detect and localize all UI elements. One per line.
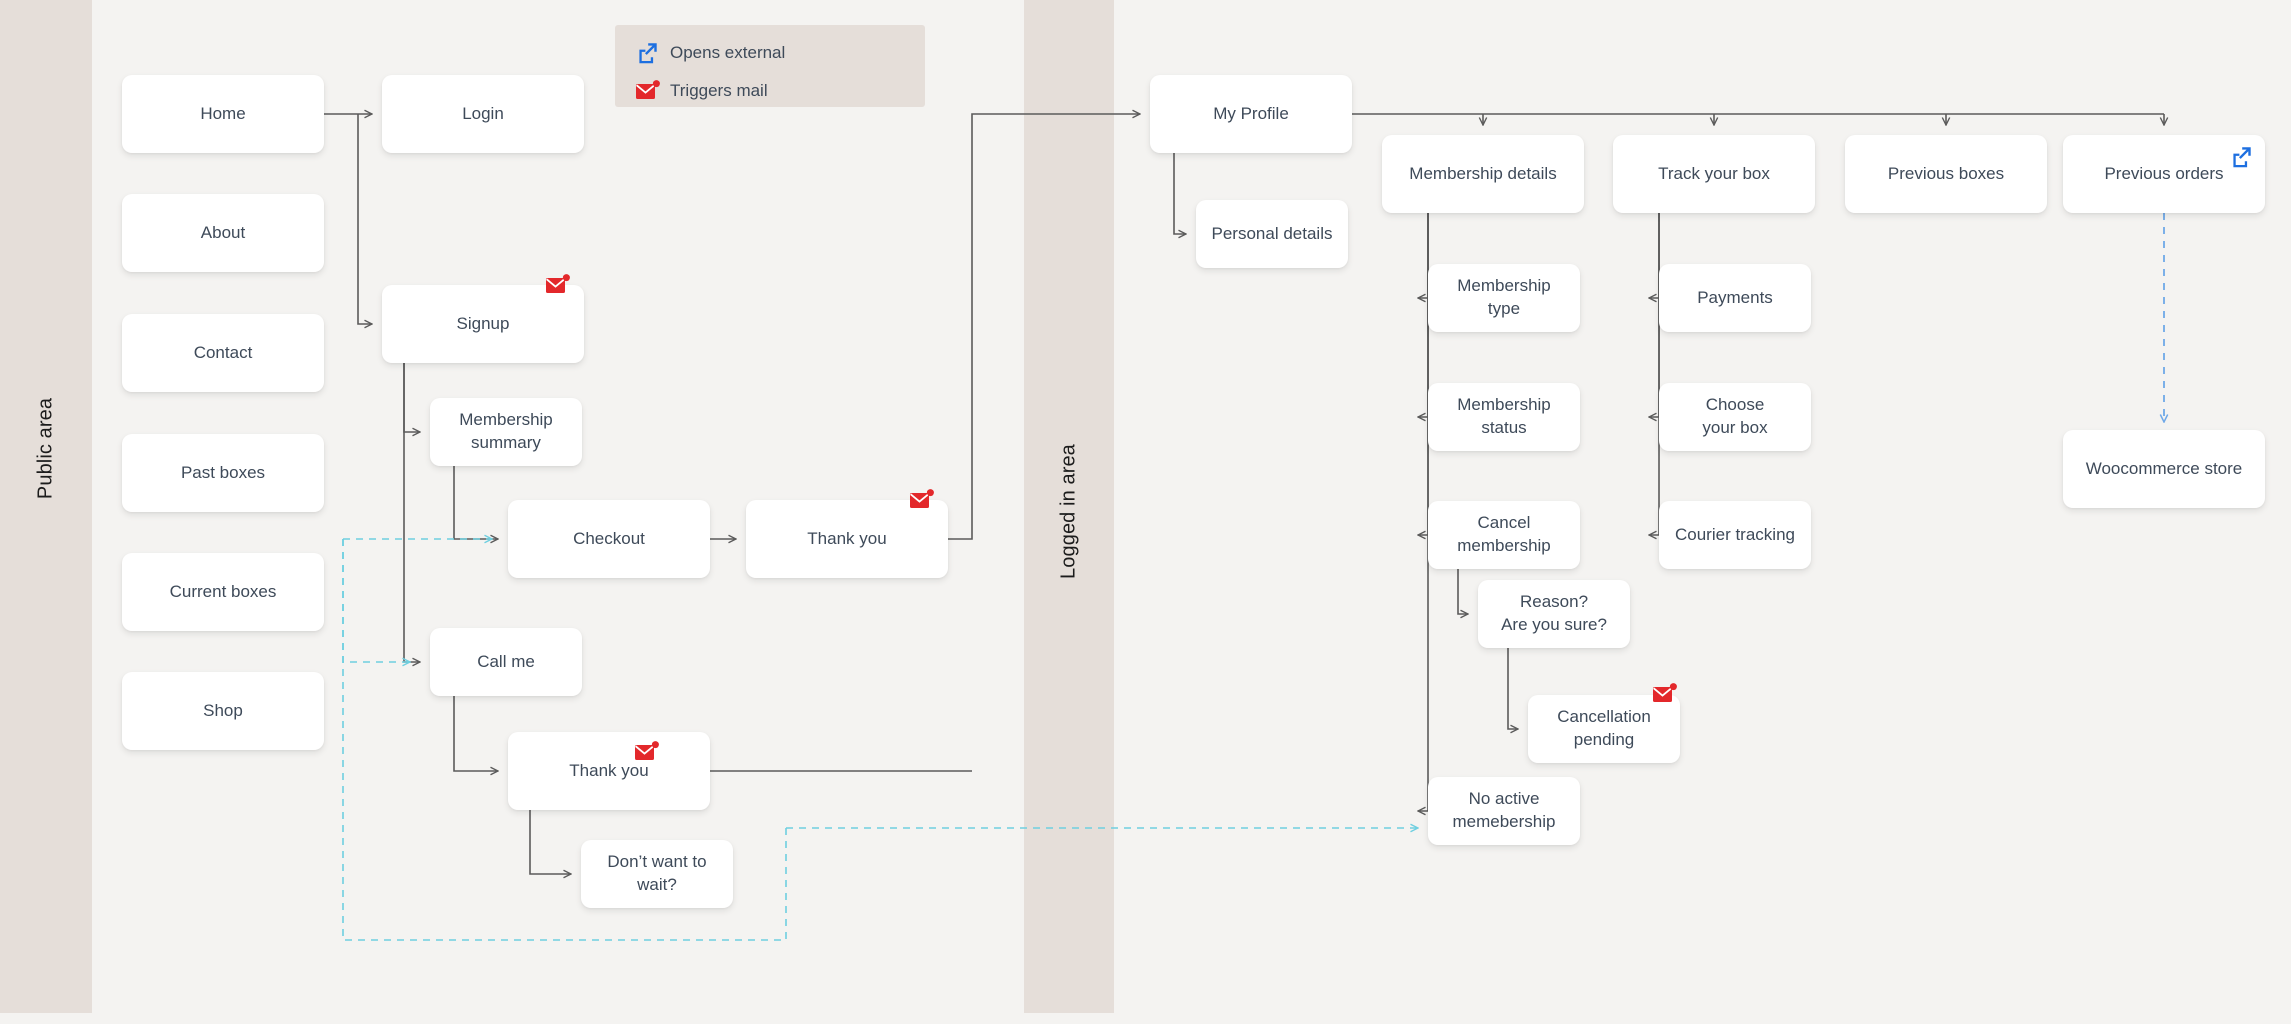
node-choose-your-box[interactable]: Choose your box [1659, 383, 1811, 451]
node-label: Cancellation pending [1557, 707, 1651, 749]
external-link-icon [2229, 145, 2253, 169]
node-checkout[interactable]: Checkout [508, 500, 710, 578]
node-label: Payments [1697, 287, 1773, 307]
node-label: Courier tracking [1675, 524, 1795, 544]
node-track-your-box[interactable]: Track your box [1613, 135, 1815, 213]
node-cancel-membership[interactable]: Cancel membership [1428, 501, 1580, 569]
node-label: Thank you [807, 528, 887, 548]
node-call-me[interactable]: Call me [430, 628, 582, 696]
node-membership-summary[interactable]: Membership summary [430, 398, 582, 466]
node-shop[interactable]: Shop [122, 672, 324, 750]
node-label: Signup [456, 313, 510, 333]
node-home[interactable]: Home [122, 75, 324, 153]
node-payments[interactable]: Payments [1659, 264, 1811, 332]
node-current-boxes[interactable]: Current boxes [122, 553, 324, 631]
node-personal-details[interactable]: Personal details [1196, 200, 1348, 268]
node-about[interactable]: About [122, 194, 324, 272]
node-membership-status[interactable]: Membership status [1428, 383, 1580, 451]
node-contact[interactable]: Contact [122, 314, 324, 392]
node-cancellation-pending[interactable]: Cancellation pending [1528, 683, 1680, 763]
node-thank-you-checkout[interactable]: Thank you [746, 489, 948, 578]
node-previous-orders[interactable]: Previous orders [2063, 135, 2265, 213]
node-label: Past boxes [180, 462, 266, 482]
node-reason-are-you-sure[interactable]: Reason? Are you sure? [1478, 580, 1630, 648]
node-label: Cancel membership [1457, 513, 1551, 555]
node-thank-you-call[interactable]: Thank you [508, 732, 710, 810]
flowchart-canvas: Public area Logged in area Opens externa… [0, 0, 2291, 1024]
node-label: Membership summary [459, 410, 553, 452]
node-label: Woocommerce store [2085, 458, 2243, 478]
node-membership-details[interactable]: Membership details [1382, 135, 1584, 213]
legend-label-triggers-mail: Triggers mail [670, 81, 768, 100]
node-label: Thank you [569, 760, 649, 780]
node-label: Contact [193, 342, 253, 362]
node-past-boxes[interactable]: Past boxes [122, 434, 324, 512]
node-label: Personal details [1211, 223, 1333, 243]
node-courier-tracking[interactable]: Courier tracking [1659, 501, 1811, 569]
node-label: Track your box [1658, 163, 1770, 183]
node-label: Checkout [573, 528, 645, 548]
node-label: Login [462, 103, 504, 123]
node-label: Membership status [1457, 395, 1551, 437]
node-membership-type[interactable]: Membership type [1428, 264, 1580, 332]
node-label: Previous orders [2104, 163, 2224, 183]
node-label: Current boxes [169, 581, 277, 601]
node-label: Choose your box [1702, 395, 1768, 437]
node-label: Membership details [1409, 163, 1557, 183]
band-label-logged-in-area: Logged in area [1057, 444, 1080, 579]
node-login[interactable]: Login [382, 75, 584, 153]
node-woocommerce-store[interactable]: Woocommerce store [2063, 430, 2265, 508]
node-label: Shop [203, 700, 243, 720]
node-label: Home [200, 103, 246, 123]
node-label: No active memebership [1452, 789, 1556, 831]
legend-item-opens-external: Opens external [635, 41, 905, 65]
external-link-icon [635, 41, 659, 65]
mail-icon [909, 488, 936, 512]
band-label-public-area: Public area [34, 397, 57, 500]
legend-label-opens-external: Opens external [670, 43, 786, 62]
node-label: Reason? Are you sure? [1501, 592, 1607, 634]
node-label: Call me [477, 651, 535, 671]
legend-item-triggers-mail: Triggers mail [635, 79, 905, 103]
node-my-profile[interactable]: My Profile [1150, 75, 1352, 153]
node-previous-boxes[interactable]: Previous boxes [1845, 135, 2047, 213]
node-label: About [200, 222, 246, 242]
mail-icon [635, 79, 660, 103]
node-label: Previous boxes [1887, 163, 2005, 183]
legend-panel: Opens external Triggers mail [615, 25, 925, 107]
mail-icon [1652, 682, 1679, 706]
node-signup[interactable]: Signup [382, 274, 584, 363]
node-label: My Profile [1213, 103, 1289, 123]
node-label: Membership type [1457, 276, 1551, 318]
mail-icon [545, 273, 572, 297]
node-label: Don’t want to wait? [607, 852, 707, 894]
node-dont-want-to-wait[interactable]: Don’t want to wait? [581, 840, 733, 908]
node-no-active-membership[interactable]: No active memebership [1428, 777, 1580, 845]
